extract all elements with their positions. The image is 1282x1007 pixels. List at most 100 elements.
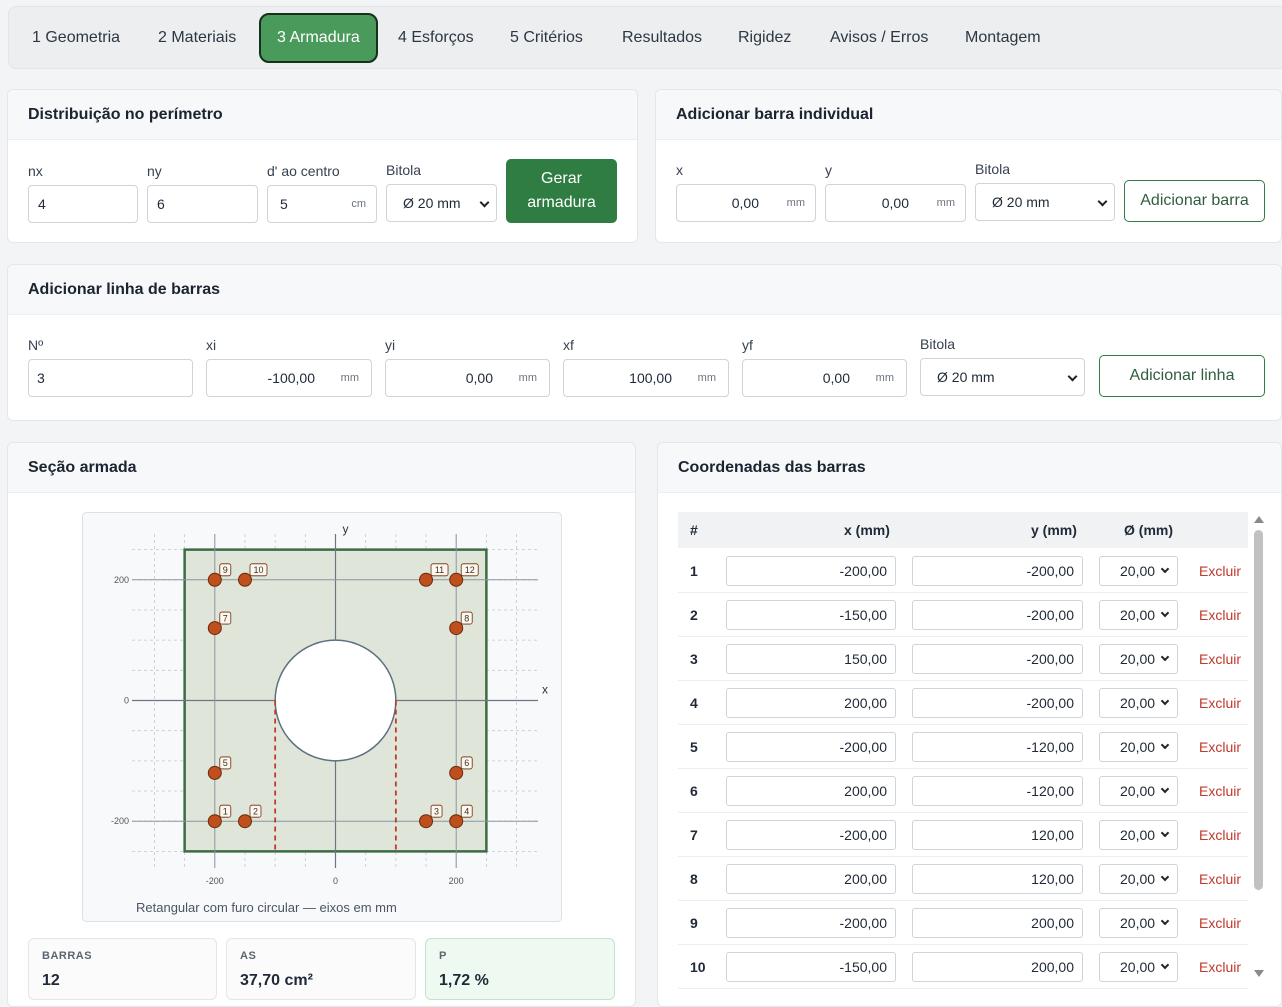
d-input[interactable]: 5 cm: [267, 185, 377, 223]
xi-label: xi: [206, 337, 217, 353]
rebar-marker: [207, 621, 222, 636]
x-input[interactable]: 0,00 mm: [676, 184, 816, 222]
stat-bars: BARRAS 12: [28, 938, 217, 1000]
delete-link[interactable]: Excluir: [1199, 915, 1241, 931]
delete-link[interactable]: Excluir: [1199, 959, 1241, 975]
row-x-input[interactable]: -200,00: [726, 556, 896, 586]
circular-hole: [274, 639, 397, 762]
tab-criterios[interactable]: 5 Critérios: [494, 13, 599, 63]
row-number: 9: [690, 915, 698, 931]
yf-input[interactable]: 0,00 mm: [742, 359, 907, 397]
nx-input[interactable]: 4: [28, 185, 138, 223]
perimeter-bitola-select[interactable]: Ø 20 mm: [386, 184, 497, 222]
tab-esforcos[interactable]: 4 Esforços: [382, 13, 490, 63]
tab-resultados[interactable]: Resultados: [606, 13, 718, 63]
row-diameter-select[interactable]: 20,00: [1099, 864, 1178, 894]
row-x-input[interactable]: -200,00: [726, 732, 896, 762]
row-diameter-select[interactable]: 20,00: [1099, 644, 1178, 674]
row-y-input[interactable]: 200,00: [912, 908, 1083, 938]
delete-link[interactable]: Excluir: [1199, 607, 1241, 623]
row-diameter-select[interactable]: 20,00: [1099, 908, 1178, 938]
rebar-marker: [419, 572, 434, 587]
row-y-input[interactable]: 120,00: [912, 864, 1083, 894]
rebar-number: 3: [434, 806, 439, 816]
row-x-input[interactable]: -150,00: [726, 952, 896, 982]
tab-rigidez[interactable]: Rigidez: [722, 13, 807, 63]
chevron-down-icon: [1160, 740, 1170, 750]
row-y-input[interactable]: 200,00: [912, 952, 1083, 982]
row-y-input[interactable]: -200,00: [912, 600, 1083, 630]
table-row: 5 -200,00 -120,00 20,00 Excluir: [678, 725, 1248, 769]
rebar-number: 11: [435, 565, 444, 575]
tab-materiais[interactable]: 2 Materiais: [142, 13, 252, 63]
row-x-input[interactable]: -200,00: [726, 908, 896, 938]
delete-link[interactable]: Excluir: [1199, 563, 1241, 579]
tab-avisos-erros[interactable]: Avisos / Erros: [814, 13, 944, 63]
delete-link[interactable]: Excluir: [1199, 739, 1241, 755]
row-diameter-select[interactable]: 20,00: [1099, 600, 1178, 630]
tab-montagem[interactable]: Montagem: [949, 13, 1057, 63]
col-num: #: [690, 522, 698, 538]
tab-armadura[interactable]: 3 Armadura: [259, 13, 378, 63]
row-number: 7: [690, 827, 698, 843]
ny-label: ny: [147, 163, 162, 179]
x-tick-label: 200: [449, 876, 464, 886]
row-y-input[interactable]: 120,00: [912, 820, 1083, 850]
row-y-input[interactable]: -200,00: [912, 556, 1083, 586]
row-y-input[interactable]: -120,00: [912, 732, 1083, 762]
col-y: y (mm): [1031, 522, 1077, 538]
row-x-input[interactable]: 200,00: [726, 864, 896, 894]
delete-link[interactable]: Excluir: [1199, 827, 1241, 843]
xf-input[interactable]: 100,00 mm: [563, 359, 729, 397]
xf-label: xf: [563, 337, 574, 353]
row-x-input[interactable]: 200,00: [726, 688, 896, 718]
row-diameter-select[interactable]: 20,00: [1099, 688, 1178, 718]
y-input[interactable]: 0,00 mm: [825, 184, 966, 222]
gerar-armadura-button[interactable]: Gerar armadura: [506, 159, 617, 223]
row-diameter-select[interactable]: 20,00: [1099, 952, 1178, 982]
row-number: 3: [690, 651, 698, 667]
tab-geometria[interactable]: 1 Geometria: [16, 13, 136, 63]
yi-input[interactable]: 0,00 mm: [385, 359, 550, 397]
row-y-input[interactable]: -200,00: [912, 644, 1083, 674]
row-diameter-select[interactable]: 20,00: [1099, 776, 1178, 806]
scroll-down-icon[interactable]: [1254, 970, 1264, 977]
chevron-down-icon: [479, 197, 490, 208]
row-diameter-select[interactable]: 20,00: [1099, 820, 1178, 850]
rebar-number: 7: [223, 613, 228, 623]
rebar-marker: [207, 765, 222, 780]
row-x-input[interactable]: -200,00: [726, 820, 896, 850]
adicionar-barra-button[interactable]: Adicionar barra: [1124, 180, 1265, 222]
x-axis-label: x: [542, 683, 548, 697]
row-x-input[interactable]: 150,00: [726, 644, 896, 674]
xi-input[interactable]: -100,00 mm: [206, 359, 372, 397]
row-diameter-select[interactable]: 20,00: [1099, 732, 1178, 762]
delete-link[interactable]: Excluir: [1199, 871, 1241, 887]
row-x-input[interactable]: 200,00: [726, 776, 896, 806]
row-diameter-select[interactable]: 20,00: [1099, 556, 1178, 586]
table-row: 8 200,00 120,00 20,00 Excluir: [678, 857, 1248, 901]
line-bitola-select[interactable]: Ø 20 mm: [920, 358, 1085, 396]
row-y-input[interactable]: -200,00: [912, 688, 1083, 718]
single-bitola-select[interactable]: Ø 20 mm: [975, 183, 1115, 221]
single-bitola-label: Bitola: [975, 161, 1011, 177]
delete-link[interactable]: Excluir: [1199, 651, 1241, 667]
rebar-number: 6: [464, 758, 469, 768]
tab-bar: 1 Geometria 2 Materiais 3 Armadura 4 Esf…: [8, 6, 1282, 69]
chevron-down-icon: [1160, 960, 1170, 970]
rebar-marker: [449, 765, 464, 780]
delete-link[interactable]: Excluir: [1199, 695, 1241, 711]
y-tick-label: -200: [111, 816, 129, 826]
y-axis-label: y: [343, 522, 349, 536]
row-number: 2: [690, 607, 698, 623]
chevron-down-icon: [1160, 696, 1170, 706]
delete-link[interactable]: Excluir: [1199, 783, 1241, 799]
rebar-marker: [237, 572, 252, 587]
row-y-input[interactable]: -120,00: [912, 776, 1083, 806]
scroll-up-icon[interactable]: [1254, 516, 1264, 523]
row-x-input[interactable]: -150,00: [726, 600, 896, 630]
ny-input[interactable]: 6: [147, 185, 258, 223]
scrollbar-thumb[interactable]: [1254, 530, 1263, 890]
adicionar-linha-button[interactable]: Adicionar linha: [1099, 355, 1265, 397]
n-input[interactable]: 3: [28, 359, 193, 397]
